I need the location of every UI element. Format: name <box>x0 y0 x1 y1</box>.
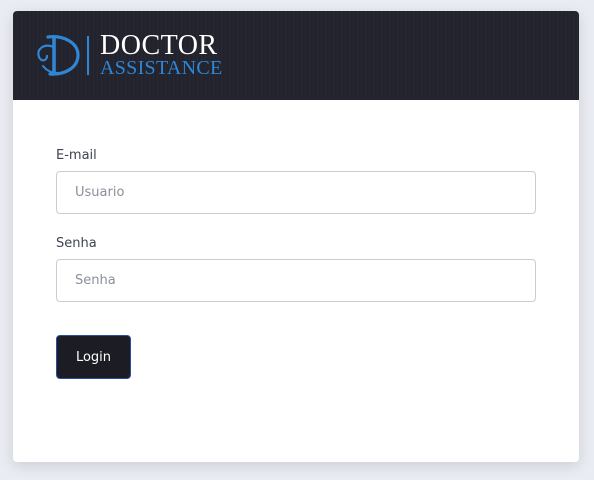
card-header: DOCTOR ASSISTANCE <box>13 11 579 100</box>
doctor-assistance-logo: DOCTOR ASSISTANCE <box>34 30 234 79</box>
password-label: Senha <box>56 236 97 251</box>
password-input[interactable] <box>56 259 536 302</box>
logo-text-doctor: DOCTOR <box>100 30 218 61</box>
logo-divider <box>87 36 89 75</box>
logo-text-assistance: ASSISTANCE <box>100 57 223 79</box>
login-card: DOCTOR ASSISTANCE E-mail Senha Login <box>13 11 579 462</box>
email-label: E-mail <box>56 148 97 163</box>
logo-monogram-icon <box>37 35 80 76</box>
login-button[interactable]: Login <box>56 335 131 379</box>
email-input[interactable] <box>56 171 536 214</box>
